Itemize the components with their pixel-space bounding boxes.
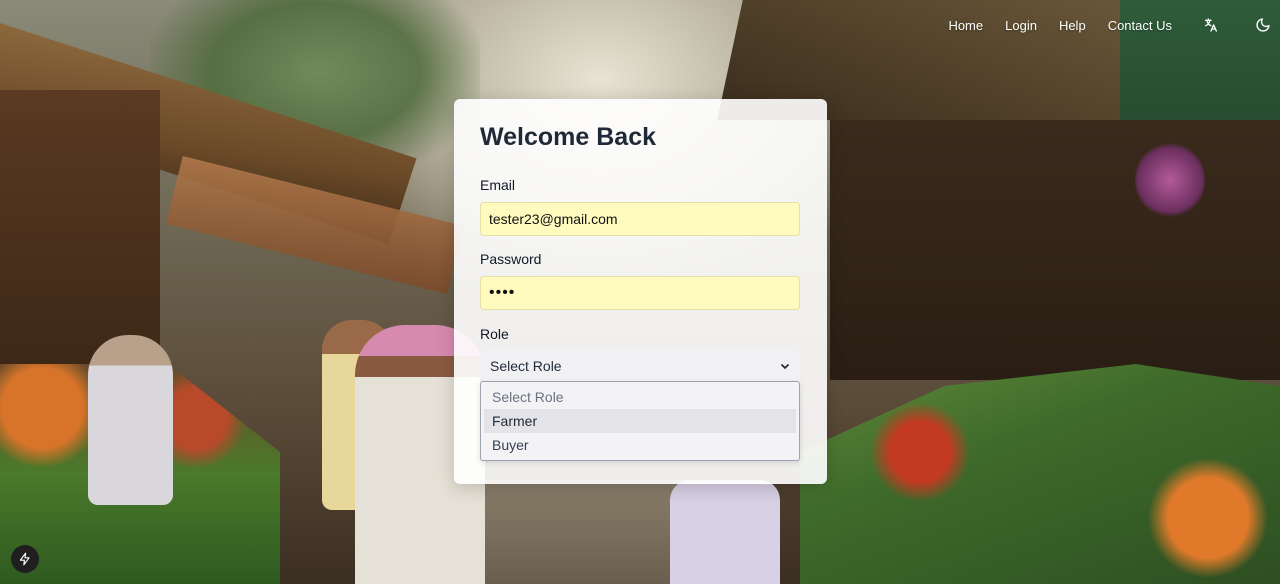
nav-login-link[interactable]: Login xyxy=(1005,18,1037,33)
chevron-down-icon xyxy=(780,358,790,374)
password-label: Password xyxy=(480,251,542,267)
login-card: Welcome Back Email Password Role Select … xyxy=(454,99,827,484)
email-field[interactable] xyxy=(480,202,800,236)
role-option-select-role[interactable]: Select Role xyxy=(484,385,796,409)
role-dropdown-list: Select Role Farmer Buyer xyxy=(480,381,800,461)
role-select-value: Select Role xyxy=(490,358,562,374)
email-label: Email xyxy=(480,177,516,193)
nav-home-link[interactable]: Home xyxy=(948,18,983,33)
nav-contact-link[interactable]: Contact Us xyxy=(1108,18,1172,33)
role-select[interactable]: Select Role xyxy=(480,350,800,382)
moon-icon[interactable] xyxy=(1254,16,1272,34)
bolt-icon[interactable] xyxy=(11,545,39,573)
role-option-buyer[interactable]: Buyer xyxy=(484,433,796,457)
page-title: Welcome Back xyxy=(480,123,657,151)
nav-help-link[interactable]: Help xyxy=(1059,18,1086,33)
translate-icon[interactable] xyxy=(1202,16,1220,34)
role-option-farmer[interactable]: Farmer xyxy=(484,409,796,433)
role-label: Role xyxy=(480,326,509,342)
password-field[interactable] xyxy=(480,276,800,310)
top-nav: Home Login Help Contact Us xyxy=(948,0,1280,50)
